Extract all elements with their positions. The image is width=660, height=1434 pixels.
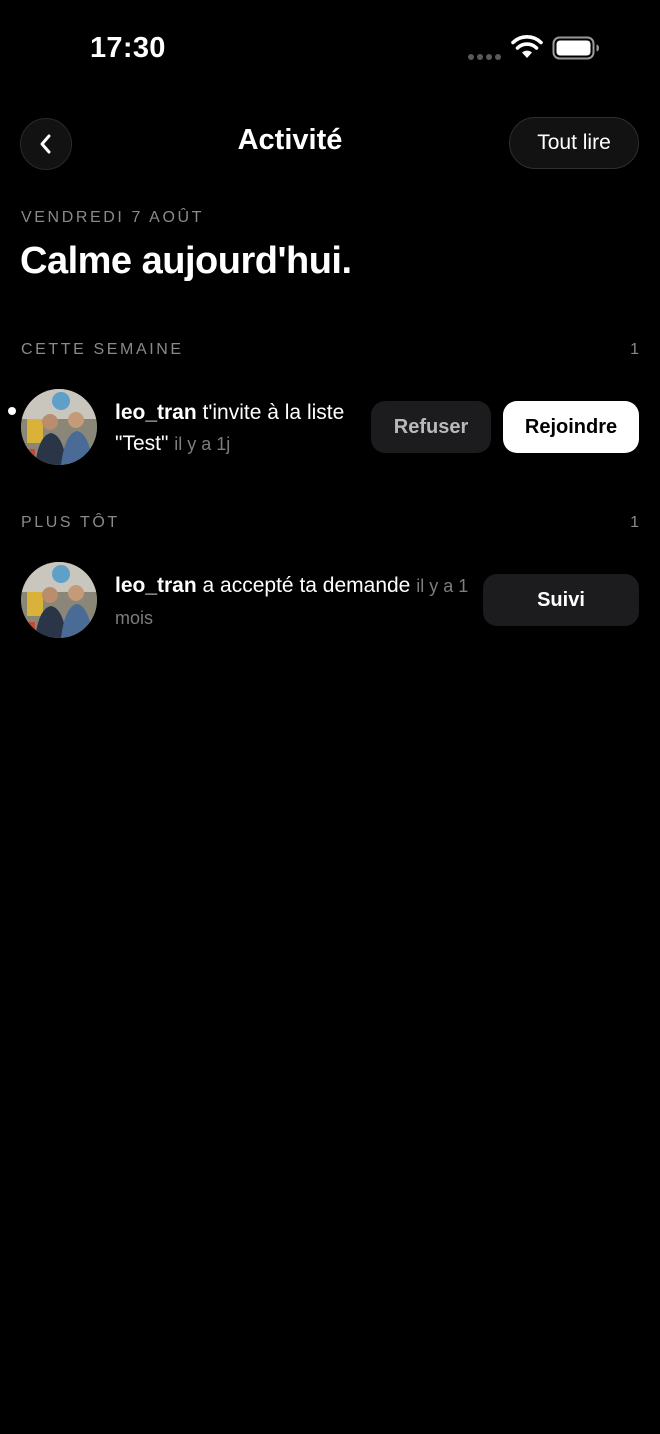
section-label-this-week: CETTE SEMAINE bbox=[21, 341, 184, 358]
username[interactable]: leo_tran bbox=[115, 574, 197, 597]
section-count-this-week: 1 bbox=[630, 341, 639, 358]
battery-icon bbox=[552, 36, 599, 60]
activity-text: leo_tran a accepté ta demande il y a 1 m… bbox=[115, 570, 470, 634]
mark-all-read-button[interactable]: Tout lire bbox=[509, 117, 639, 169]
wifi-icon bbox=[511, 35, 543, 58]
activity-text: leo_tran t'invite à la liste "Test" il y… bbox=[115, 397, 355, 460]
section-label-earlier: PLUS TÔT bbox=[21, 514, 120, 531]
decline-button[interactable]: Refuser bbox=[371, 401, 491, 453]
unread-dot bbox=[8, 407, 16, 415]
avatar-photo bbox=[21, 562, 97, 638]
join-button[interactable]: Rejoindre bbox=[503, 401, 639, 453]
username[interactable]: leo_tran bbox=[115, 401, 197, 424]
headline: Calme aujourd'hui. bbox=[20, 240, 352, 282]
signal-icon bbox=[468, 54, 501, 60]
status-bar: 17:30 bbox=[0, 0, 660, 96]
section-count-earlier: 1 bbox=[630, 514, 639, 531]
status-time: 17:30 bbox=[90, 32, 166, 64]
avatar-photo bbox=[21, 389, 97, 465]
avatar[interactable] bbox=[21, 389, 97, 465]
activity-message: a accepté ta demande bbox=[202, 574, 411, 597]
following-button[interactable]: Suivi bbox=[483, 574, 639, 626]
page-title: Activité bbox=[237, 124, 343, 156]
date-label: VENDREDI 7 AOÛT bbox=[21, 209, 205, 226]
avatar[interactable] bbox=[21, 562, 97, 638]
time-ago: il y a 1j bbox=[174, 434, 231, 454]
activity-screen: 17:30 Activité Tout lire VENDREDI 7 AOÛT… bbox=[0, 0, 660, 1434]
